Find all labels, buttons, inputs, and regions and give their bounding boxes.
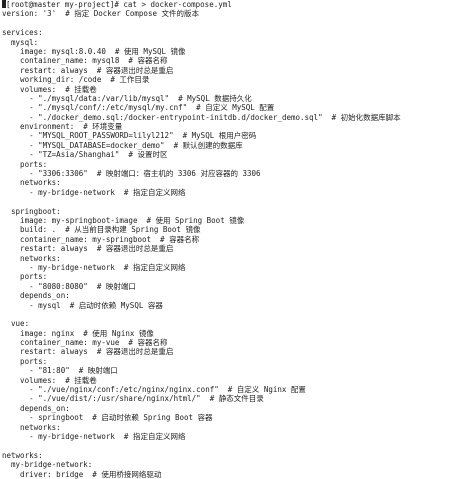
terminal-line: networks: <box>2 450 43 460</box>
terminal-line: networks: <box>2 178 61 188</box>
terminal-line: networks: <box>2 253 61 263</box>
terminal-line: working_dir: /code # 工作目录 <box>2 75 150 85</box>
terminal-line: - my-bridge-network # 指定自定义网络 <box>2 431 186 441</box>
terminal-line: driver: bridge # 使用桥接网络驱动 <box>2 469 162 479</box>
terminal-line: image: mysql:8.0.40 # 使用 MySQL 镜像 <box>2 46 186 56</box>
terminal-line: - my-bridge-network # 指定自定义网络 <box>2 262 186 272</box>
terminal-line: restart: always # 容器退出时总是重启 <box>2 347 174 357</box>
terminal-line: services: <box>2 28 43 38</box>
terminal-window[interactable]: [root@master my-project]# cat > docker-c… <box>0 0 474 479</box>
terminal-line: - "MYSQL_DATABASE=docker_demo" # 默认创建的数据… <box>2 140 243 150</box>
terminal-line: ports: <box>2 159 48 169</box>
terminal-line: ports: <box>2 356 48 366</box>
terminal-line: my-bridge-network: <box>2 460 93 470</box>
terminal-line: ports: <box>2 272 48 282</box>
terminal-line: volumes: # 挂载卷 <box>2 84 97 94</box>
terminal-line: - "./mysql/conf/:/etc/mysql/my.cnf" # 自定… <box>2 103 275 113</box>
terminal-line: networks: <box>2 422 61 432</box>
terminal-line: depends_on: <box>2 403 70 413</box>
terminal-line: volumes: # 挂载卷 <box>2 375 97 385</box>
terminal-line: springboot: <box>2 206 61 216</box>
terminal-line: mysql: <box>2 37 39 47</box>
terminal-line: - "81:80" # 映射端口 <box>2 366 118 376</box>
terminal-line: - "8080:8080" # 映射端口 <box>2 281 136 291</box>
terminal-line: - "3306:3306" # 映射端口：宿主机的 3306 对应容器的 330… <box>2 169 261 179</box>
terminal-line: - "./vue/nginx/conf:/etc/nginx/nginx.con… <box>2 385 306 395</box>
terminal-line: vue: <box>2 319 30 329</box>
terminal-line: container_name: mysql8 # 容器名称 <box>2 56 168 66</box>
terminal-line: build: . # 从当前目录构建 Spring Boot 镜像 <box>2 225 201 235</box>
file-content: version: '3' # 指定 Docker Compose 文件的版本 se… <box>2 9 474 479</box>
terminal-line: - my-bridge-network # 指定自定义网络 <box>2 187 186 197</box>
terminal-line: - "TZ=Asia/Shanghai" # 设置时区 <box>2 150 168 160</box>
terminal-line: - "./docker_demo.sql:/docker-entrypoint-… <box>2 112 401 122</box>
terminal-line: - "./mysql/data:/var/lib/mysql" # MySQL … <box>2 93 252 103</box>
terminal-line: - "./vue/dist/:/usr/share/nginx/html/" #… <box>2 394 264 404</box>
terminal-line: - "MYSQL_ROOT_PASSWORD=lilyl212" # MySQL… <box>2 131 257 141</box>
prompt-line: [root@master my-project]# cat > docker-c… <box>2 0 474 9</box>
terminal-line: version: '3' # 指定 Docker Compose 文件的版本 <box>2 9 199 19</box>
prompt-text: [root@master my-project]# cat > docker-c… <box>6 0 232 9</box>
terminal-line: restart: always # 容器退出时总是重启 <box>2 65 174 75</box>
terminal-line: - mysql # 启动时依赖 MySQL 容器 <box>2 300 163 310</box>
terminal-line: restart: always # 容器退出时总是重启 <box>2 244 174 254</box>
terminal-line: - springboot # 启动时依赖 Spring Boot 容器 <box>2 413 213 423</box>
terminal-line: image: nginx # 使用 Nginx 镜像 <box>2 328 154 338</box>
terminal-line: container_name: my-springboot # 容器名称 <box>2 234 200 244</box>
terminal-line: image: my-springboot-image # 使用 Spring B… <box>2 215 245 225</box>
terminal-line: depends_on: <box>2 291 70 301</box>
